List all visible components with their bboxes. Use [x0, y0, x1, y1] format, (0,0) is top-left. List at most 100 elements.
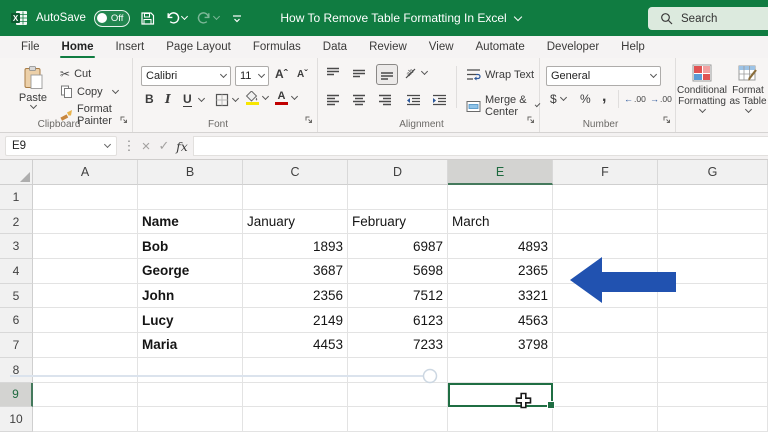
menu-tab-formulas[interactable]: Formulas [242, 36, 312, 58]
row-header-6[interactable]: 6 [0, 308, 33, 333]
cell-A10[interactable] [33, 407, 138, 432]
percent-style-button[interactable]: % [580, 92, 591, 106]
number-dialog-launcher-icon[interactable] [662, 111, 671, 129]
cell-C1[interactable] [243, 185, 348, 210]
cell-D10[interactable] [348, 407, 448, 432]
cell-B3[interactable]: Bob [138, 234, 243, 259]
menu-tab-insert[interactable]: Insert [104, 36, 155, 58]
borders-button[interactable] [215, 93, 238, 107]
conditional-formatting-button[interactable]: Conditional Formatting [678, 64, 726, 112]
decrease-decimal-button[interactable]: → .00 [650, 94, 672, 104]
cell-G3[interactable] [658, 234, 768, 259]
select-all-corner[interactable] [0, 160, 33, 185]
cell-D2[interactable]: February [348, 210, 448, 235]
cell-C7[interactable]: 4453 [243, 333, 348, 358]
cell-G10[interactable] [658, 407, 768, 432]
formula-input[interactable] [193, 136, 768, 156]
window-title[interactable]: How To Remove Table Formatting In Excel [280, 11, 520, 25]
cell-C9[interactable] [243, 383, 348, 408]
cell-A1[interactable] [33, 185, 138, 210]
cell-E1[interactable] [448, 185, 553, 210]
cell-B7[interactable]: Maria [138, 333, 243, 358]
excel-app-icon[interactable]: X [10, 9, 28, 27]
column-header-F[interactable]: F [553, 160, 658, 185]
fill-handle[interactable] [547, 401, 555, 409]
cell-D7[interactable]: 7233 [348, 333, 448, 358]
menu-tab-developer[interactable]: Developer [536, 36, 610, 58]
undo-icon[interactable] [164, 7, 188, 29]
cell-C6[interactable]: 2149 [243, 308, 348, 333]
menu-tab-data[interactable]: Data [312, 36, 358, 58]
column-header-D[interactable]: D [348, 160, 448, 185]
middle-align-button[interactable] [352, 67, 366, 80]
cell-C8[interactable] [243, 358, 348, 383]
increase-decimal-button[interactable]: ← .00 [624, 94, 646, 104]
cell-B1[interactable] [138, 185, 243, 210]
cut-button[interactable]: ✂ Cut [60, 67, 91, 81]
align-center-button[interactable] [352, 94, 366, 107]
cell-G4[interactable] [658, 259, 768, 284]
insert-function-icon[interactable]: fx [174, 136, 190, 156]
column-header-A[interactable]: A [33, 160, 138, 185]
save-icon[interactable] [138, 7, 156, 29]
column-header-E[interactable]: E [448, 160, 553, 185]
name-box[interactable]: E9 [5, 136, 117, 156]
cell-D1[interactable] [348, 185, 448, 210]
fill-color-button[interactable] [245, 91, 268, 105]
cell-D4[interactable]: 5698 [348, 259, 448, 284]
cell-F10[interactable] [553, 407, 658, 432]
menu-tab-automate[interactable]: Automate [465, 36, 536, 58]
column-header-B[interactable]: B [138, 160, 243, 185]
alignment-dialog-launcher-icon[interactable] [526, 111, 535, 129]
cell-E2[interactable]: March [448, 210, 553, 235]
row-header-3[interactable]: 3 [0, 234, 33, 259]
cell-F2[interactable] [553, 210, 658, 235]
cell-C3[interactable]: 1893 [243, 234, 348, 259]
row-header-1[interactable]: 1 [0, 185, 33, 210]
cell-F6[interactable] [553, 308, 658, 333]
cancel-icon[interactable]: × [138, 136, 154, 156]
cell-A8[interactable] [33, 358, 138, 383]
column-header-C[interactable]: C [243, 160, 348, 185]
cell-D5[interactable]: 7512 [348, 284, 448, 309]
cell-B5[interactable]: John [138, 284, 243, 309]
align-left-button[interactable] [326, 94, 340, 107]
align-right-button[interactable] [378, 94, 392, 107]
format-as-table-button[interactable]: Format as Table [728, 64, 768, 112]
row-header-7[interactable]: 7 [0, 333, 33, 358]
menu-tab-page-layout[interactable]: Page Layout [155, 36, 242, 58]
cell-D8[interactable] [348, 358, 448, 383]
menu-tab-file[interactable]: File [10, 36, 51, 58]
top-align-button[interactable] [326, 67, 340, 80]
row-header-8[interactable]: 8 [0, 358, 33, 383]
cell-B2[interactable]: Name [138, 210, 243, 235]
column-header-G[interactable]: G [658, 160, 768, 185]
menu-tab-review[interactable]: Review [358, 36, 418, 58]
cell-F3[interactable] [553, 234, 658, 259]
font-dialog-launcher-icon[interactable] [304, 111, 313, 129]
active-cell-selection[interactable] [448, 383, 553, 408]
cell-E4[interactable]: 2365 [448, 259, 553, 284]
font-color-button[interactable]: A [275, 91, 297, 105]
cell-F8[interactable] [553, 358, 658, 383]
orientation-button[interactable]: ab [404, 66, 427, 80]
clipboard-dialog-launcher-icon[interactable] [119, 111, 128, 129]
cell-C10[interactable] [243, 407, 348, 432]
cell-F9[interactable] [553, 383, 658, 408]
increase-font-size-button[interactable]: Aˆ [275, 67, 288, 81]
search-box[interactable]: Search [648, 7, 768, 30]
cell-E3[interactable]: 4893 [448, 234, 553, 259]
cell-A7[interactable] [33, 333, 138, 358]
cell-D3[interactable]: 6987 [348, 234, 448, 259]
redo-icon[interactable] [196, 7, 220, 29]
row-header-10[interactable]: 10 [0, 407, 33, 432]
cell-C4[interactable]: 3687 [243, 259, 348, 284]
row-header-2[interactable]: 2 [0, 210, 33, 235]
cell-A6[interactable] [33, 308, 138, 333]
cell-G2[interactable] [658, 210, 768, 235]
bottom-align-button[interactable] [376, 64, 398, 85]
menu-tab-help[interactable]: Help [610, 36, 656, 58]
cell-E10[interactable] [448, 407, 553, 432]
cell-B4[interactable]: George [138, 259, 243, 284]
row-header-5[interactable]: 5 [0, 284, 33, 309]
